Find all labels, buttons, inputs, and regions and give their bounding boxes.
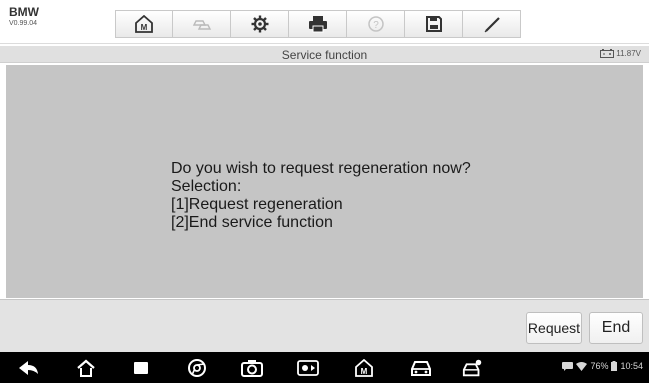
- system-navigation-bar: M 76% 10:54: [0, 352, 649, 383]
- save-icon: [425, 16, 442, 32]
- device-battery-icon: [611, 361, 618, 371]
- browser-button[interactable]: [186, 358, 208, 378]
- svg-text:M: M: [361, 367, 368, 376]
- screen-capture-button[interactable]: [297, 358, 319, 378]
- svg-text:M: M: [141, 23, 148, 32]
- vehicle-battery-indicator: 11.87V: [600, 49, 641, 58]
- page-title: Service function: [281, 48, 368, 62]
- vci-car-button[interactable]: [462, 358, 484, 378]
- battery-percent: 76%: [590, 361, 609, 371]
- camera-button[interactable]: [241, 358, 263, 378]
- end-button[interactable]: End: [589, 312, 643, 344]
- vehicle-info: BMW V0.99.04: [9, 6, 99, 29]
- home-icon: M: [135, 15, 153, 33]
- diagnostic-home-icon: M: [355, 359, 373, 377]
- screen-capture-icon: [297, 360, 319, 376]
- recent-apps-icon: [134, 362, 148, 374]
- help-icon: ?: [367, 16, 384, 32]
- status-bar: 76% 10:54: [562, 361, 643, 371]
- message-line: Do you wish to request regeneration now?: [171, 160, 471, 177]
- home-icon: [77, 359, 95, 377]
- home-nav-button[interactable]: [75, 358, 97, 378]
- vehicle-make: BMW: [9, 5, 39, 19]
- battery-voltage: 11.87V: [616, 49, 641, 58]
- battery-icon: [600, 49, 615, 58]
- save-button[interactable]: [405, 10, 463, 38]
- title-bar: Service function 11.87V: [0, 46, 649, 63]
- message-line: [2]End service function: [171, 214, 333, 231]
- car-button[interactable]: [410, 358, 432, 378]
- back-icon: [19, 361, 38, 375]
- vehicle-swap-button[interactable]: [173, 10, 231, 38]
- pen-button[interactable]: [463, 10, 521, 38]
- recent-apps-button[interactable]: [130, 358, 152, 378]
- clock: 10:54: [620, 361, 643, 371]
- dialog-message: Do you wish to request regeneration now?…: [171, 160, 471, 232]
- back-button[interactable]: [18, 358, 40, 378]
- message-icon: [562, 361, 574, 371]
- top-toolbar: BMW V0.99.04 M ?: [0, 0, 649, 44]
- message-line: [1]Request regeneration: [171, 196, 343, 213]
- wifi-icon: [576, 361, 588, 371]
- request-button[interactable]: Request: [526, 312, 582, 344]
- software-version: V0.99.04: [9, 20, 38, 27]
- settings-button[interactable]: [231, 10, 289, 38]
- message-line: Selection:: [171, 178, 242, 195]
- help-button[interactable]: ?: [347, 10, 405, 38]
- diagnostic-home-button[interactable]: M: [353, 358, 375, 378]
- camera-icon: [241, 360, 263, 377]
- print-icon: [308, 16, 327, 33]
- browser-icon: [188, 359, 206, 377]
- function-footer: Request End: [0, 299, 649, 352]
- pen-icon: [484, 17, 500, 33]
- svg-text:?: ?: [373, 20, 379, 31]
- print-button[interactable]: [289, 10, 347, 38]
- toolbar-buttons: M ?: [115, 10, 521, 38]
- vehicle-swap-icon: [192, 20, 211, 30]
- settings-icon: [251, 15, 268, 33]
- car-icon: [411, 361, 431, 376]
- home-button[interactable]: M: [115, 10, 173, 38]
- vci-car-icon: [462, 359, 482, 377]
